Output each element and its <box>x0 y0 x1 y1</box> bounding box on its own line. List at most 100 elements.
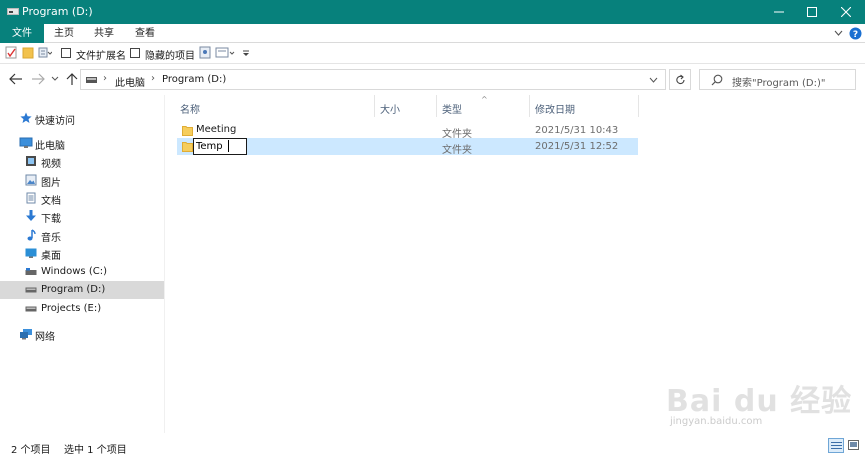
recent-locations-icon[interactable] <box>50 71 60 87</box>
file-extensions-label: 文件扩展名 <box>76 51 126 62</box>
nav-item-this-pc[interactable]: 此电脑 <box>0 134 164 152</box>
layout-icon[interactable] <box>38 46 52 59</box>
address-row: › 此电脑 › Program (D:) 搜索"Program (D:)" <box>0 64 865 95</box>
column-header-size[interactable]: 大小 <box>380 101 400 116</box>
table-row[interactable]: Meeting 文件夹 2021/5/31 10:43 <box>177 122 638 140</box>
column-header-modified[interactable]: 修改日期 <box>535 101 575 116</box>
details-view-icon <box>831 442 842 449</box>
quick-access-toolbar: 文件扩展名 隐藏的项目 <box>0 43 865 64</box>
search-input[interactable]: 搜索"Program (D:)" <box>699 69 856 90</box>
expand-ribbon-icon[interactable] <box>834 29 843 37</box>
tab-share[interactable]: 共享 <box>84 24 124 43</box>
help-icon[interactable]: ? <box>849 27 862 40</box>
details-view-button[interactable] <box>828 438 844 453</box>
column-divider[interactable] <box>436 95 437 117</box>
nav-item-documents[interactable]: 文档 <box>0 189 164 207</box>
maximize-button[interactable] <box>795 0 829 24</box>
item-count: 2 个项目 <box>11 445 51 456</box>
column-header-name[interactable]: 名称 <box>180 101 200 116</box>
refresh-button[interactable] <box>669 69 691 90</box>
maximize-icon <box>807 7 817 17</box>
network-icon <box>20 329 32 340</box>
drive-icon <box>25 287 37 293</box>
watermark-logo: Bai du 经验 <box>666 384 853 419</box>
breadcrumb-program-drive[interactable]: Program (D:) <box>162 74 226 85</box>
computer-icon <box>19 137 33 148</box>
file-modified: 2021/5/31 12:52 <box>535 141 619 152</box>
nav-item-label: 网络 <box>35 332 55 343</box>
close-button[interactable] <box>829 0 863 24</box>
file-modified: 2021/5/31 10:43 <box>535 125 619 136</box>
text-caret <box>228 140 229 152</box>
refresh-icon <box>676 74 685 85</box>
drive-icon <box>25 306 37 312</box>
drive-icon <box>7 8 19 15</box>
large-icons-view-button[interactable] <box>846 438 862 453</box>
column-header-type[interactable]: 类型 <box>442 101 462 116</box>
desktop-folder-icon <box>25 248 37 258</box>
file-name: Meeting <box>196 124 237 135</box>
windows-drive-icon <box>25 268 37 275</box>
nav-item-projects-drive[interactable]: Projects (E:) <box>0 300 164 318</box>
music-note-icon <box>27 229 36 241</box>
tab-home[interactable]: 主页 <box>44 24 84 43</box>
new-folder-icon[interactable] <box>22 46 34 59</box>
column-divider[interactable] <box>374 95 375 117</box>
address-bar[interactable]: › 此电脑 › Program (D:) <box>80 69 666 90</box>
navigation-pane: 快速访问 此电脑 视频 图片 文档 下载 音乐 桌面 Windows (C:) … <box>0 97 164 433</box>
nav-item-pictures[interactable]: 图片 <box>0 171 164 189</box>
rename-input[interactable]: Temp <box>193 138 247 155</box>
customize-toolbar-icon[interactable] <box>242 46 250 59</box>
watermark-url: jingyan.baidu.com <box>670 416 763 427</box>
nav-item-label: 桌面 <box>41 251 61 262</box>
table-row-selected[interactable]: Temp 文件夹 2021/5/31 12:52 <box>177 138 638 156</box>
breadcrumb-separator[interactable]: › <box>103 73 107 84</box>
nav-item-label: 音乐 <box>41 233 61 244</box>
title-bar: Program (D:) <box>0 0 865 24</box>
column-divider[interactable] <box>638 95 639 117</box>
properties-check-icon[interactable] <box>5 46 17 59</box>
nav-item-label: Windows (C:) <box>41 266 107 277</box>
nav-item-desktop[interactable]: 桌面 <box>0 244 164 262</box>
back-arrow-icon[interactable] <box>8 71 24 87</box>
sort-ascending-icon: ^ <box>481 95 488 104</box>
video-folder-icon <box>26 156 36 166</box>
tab-file[interactable]: 文件 <box>0 24 44 43</box>
minimize-button[interactable] <box>762 0 796 24</box>
nav-item-label: 图片 <box>41 178 61 189</box>
forward-arrow-icon[interactable] <box>30 71 46 87</box>
up-arrow-icon[interactable] <box>64 71 80 87</box>
folder-icon <box>182 142 193 152</box>
drive-icon <box>86 77 97 83</box>
selection-count: 选中 1 个项目 <box>64 445 127 456</box>
nav-item-quick-access[interactable]: 快速访问 <box>0 109 164 127</box>
tab-view[interactable]: 查看 <box>125 24 165 43</box>
breadcrumb-separator[interactable]: › <box>151 73 155 84</box>
documents-folder-icon <box>26 192 36 204</box>
hidden-items-checkbox[interactable] <box>130 48 140 58</box>
ribbon-tabs: 文件 主页 共享 查看 ? <box>0 24 865 43</box>
svg-text:?: ? <box>853 30 858 40</box>
nav-item-downloads[interactable]: 下载 <box>0 207 164 225</box>
nav-item-network[interactable]: 网络 <box>0 325 164 343</box>
rename-input-text: Temp <box>196 141 223 152</box>
breadcrumb-this-pc[interactable]: 此电脑 <box>115 74 145 89</box>
status-bar: 2 个项目 选中 1 个项目 <box>0 433 865 456</box>
nav-item-music[interactable]: 音乐 <box>0 226 164 244</box>
large-icons-view-icon <box>848 440 859 450</box>
pictures-folder-icon <box>25 174 37 186</box>
search-placeholder: 搜索"Program (D:)" <box>732 78 826 89</box>
minimize-icon <box>774 11 784 13</box>
file-extensions-checkbox[interactable] <box>61 48 71 58</box>
column-divider[interactable] <box>529 95 530 117</box>
nav-item-videos[interactable]: 视频 <box>0 152 164 170</box>
nav-item-program-drive[interactable]: Program (D:) <box>0 281 164 299</box>
nav-item-label: 下载 <box>41 214 61 225</box>
chevron-down-icon[interactable] <box>649 76 658 84</box>
nav-item-windows-drive[interactable]: Windows (C:) <box>0 263 164 281</box>
file-type: 文件夹 <box>442 145 472 156</box>
hide-selected-icon[interactable] <box>199 46 211 59</box>
hidden-items-label: 隐藏的项目 <box>145 51 195 62</box>
nav-item-label: 文档 <box>41 196 61 207</box>
options-icon[interactable] <box>215 46 237 59</box>
